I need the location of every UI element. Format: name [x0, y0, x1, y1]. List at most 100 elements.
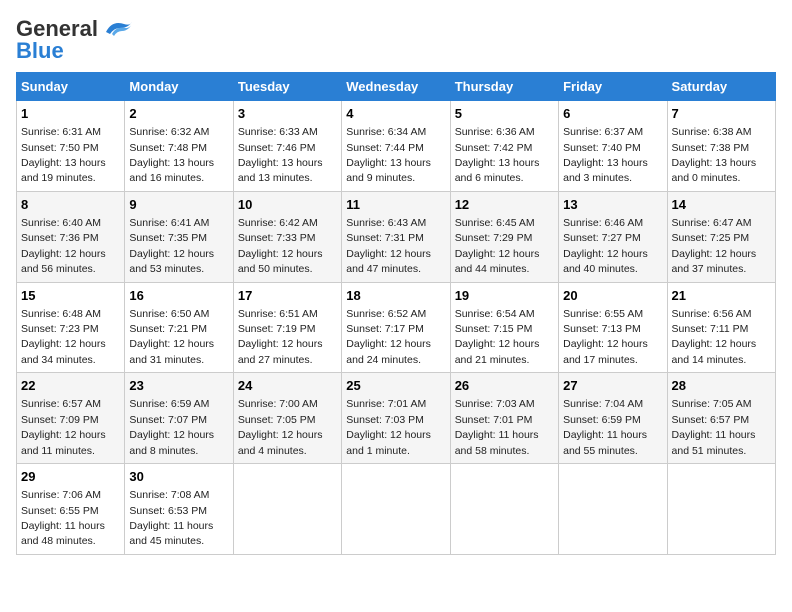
day-number: 4	[346, 105, 445, 123]
dow-header-friday: Friday	[559, 73, 667, 101]
dow-header-saturday: Saturday	[667, 73, 775, 101]
day-cell-14: 14 Sunrise: 6:47 AM Sunset: 7:25 PM Dayli…	[667, 191, 775, 282]
empty-cell	[450, 464, 558, 555]
calendar-header: SundayMondayTuesdayWednesdayThursdayFrid…	[17, 73, 776, 101]
day-info: Sunrise: 6:57 AM Sunset: 7:09 PM Dayligh…	[21, 398, 106, 456]
logo-text-blue: Blue	[16, 38, 64, 64]
day-number: 19	[455, 287, 554, 305]
day-number: 7	[672, 105, 771, 123]
day-cell-11: 11 Sunrise: 6:43 AM Sunset: 7:31 PM Dayli…	[342, 191, 450, 282]
day-info: Sunrise: 6:43 AM Sunset: 7:31 PM Dayligh…	[346, 217, 431, 275]
day-number: 11	[346, 196, 445, 214]
day-number: 10	[238, 196, 337, 214]
day-cell-6: 6 Sunrise: 6:37 AM Sunset: 7:40 PM Daylig…	[559, 101, 667, 192]
day-info: Sunrise: 6:46 AM Sunset: 7:27 PM Dayligh…	[563, 217, 648, 275]
calendar-body: 1 Sunrise: 6:31 AM Sunset: 7:50 PM Daylig…	[17, 101, 776, 555]
day-number: 24	[238, 377, 337, 395]
day-number: 21	[672, 287, 771, 305]
day-info: Sunrise: 7:01 AM Sunset: 7:03 PM Dayligh…	[346, 398, 431, 456]
day-cell-3: 3 Sunrise: 6:33 AM Sunset: 7:46 PM Daylig…	[233, 101, 341, 192]
day-info: Sunrise: 6:31 AM Sunset: 7:50 PM Dayligh…	[21, 126, 106, 184]
day-info: Sunrise: 6:55 AM Sunset: 7:13 PM Dayligh…	[563, 308, 648, 366]
day-number: 26	[455, 377, 554, 395]
dow-header-thursday: Thursday	[450, 73, 558, 101]
day-number: 12	[455, 196, 554, 214]
day-number: 16	[129, 287, 228, 305]
page-header: General Blue	[16, 16, 776, 64]
day-number: 5	[455, 105, 554, 123]
day-info: Sunrise: 6:37 AM Sunset: 7:40 PM Dayligh…	[563, 126, 648, 184]
day-number: 20	[563, 287, 662, 305]
day-cell-4: 4 Sunrise: 6:34 AM Sunset: 7:44 PM Daylig…	[342, 101, 450, 192]
day-info: Sunrise: 7:04 AM Sunset: 6:59 PM Dayligh…	[563, 398, 647, 456]
day-info: Sunrise: 6:33 AM Sunset: 7:46 PM Dayligh…	[238, 126, 323, 184]
empty-cell	[233, 464, 341, 555]
week-row-1: 1 Sunrise: 6:31 AM Sunset: 7:50 PM Daylig…	[17, 101, 776, 192]
day-cell-5: 5 Sunrise: 6:36 AM Sunset: 7:42 PM Daylig…	[450, 101, 558, 192]
day-cell-26: 26 Sunrise: 7:03 AM Sunset: 7:01 PM Dayli…	[450, 373, 558, 464]
day-cell-18: 18 Sunrise: 6:52 AM Sunset: 7:17 PM Dayli…	[342, 282, 450, 373]
day-cell-8: 8Sunrise: 6:40 AM Sunset: 7:36 PM Daylig…	[17, 191, 125, 282]
day-info: Sunrise: 6:47 AM Sunset: 7:25 PM Dayligh…	[672, 217, 757, 275]
week-row-4: 22Sunrise: 6:57 AM Sunset: 7:09 PM Dayli…	[17, 373, 776, 464]
dow-header-tuesday: Tuesday	[233, 73, 341, 101]
day-info: Sunrise: 6:52 AM Sunset: 7:17 PM Dayligh…	[346, 308, 431, 366]
day-info: Sunrise: 6:36 AM Sunset: 7:42 PM Dayligh…	[455, 126, 540, 184]
week-row-2: 8Sunrise: 6:40 AM Sunset: 7:36 PM Daylig…	[17, 191, 776, 282]
day-cell-16: 16 Sunrise: 6:50 AM Sunset: 7:21 PM Dayli…	[125, 282, 233, 373]
day-cell-2: 2 Sunrise: 6:32 AM Sunset: 7:48 PM Daylig…	[125, 101, 233, 192]
day-number: 30	[129, 468, 228, 486]
day-number: 14	[672, 196, 771, 214]
logo: General Blue	[16, 16, 134, 64]
day-cell-21: 21 Sunrise: 6:56 AM Sunset: 7:11 PM Dayli…	[667, 282, 775, 373]
empty-cell	[559, 464, 667, 555]
day-cell-25: 25Sunrise: 7:01 AM Sunset: 7:03 PM Dayli…	[342, 373, 450, 464]
day-number: 27	[563, 377, 662, 395]
day-number: 2	[129, 105, 228, 123]
day-number: 17	[238, 287, 337, 305]
day-info: Sunrise: 6:41 AM Sunset: 7:35 PM Dayligh…	[129, 217, 214, 275]
day-cell-10: 10 Sunrise: 6:42 AM Sunset: 7:33 PM Dayli…	[233, 191, 341, 282]
day-cell-12: 12 Sunrise: 6:45 AM Sunset: 7:29 PM Dayli…	[450, 191, 558, 282]
week-row-5: 29 Sunrise: 7:06 AM Sunset: 6:55 PM Dayli…	[17, 464, 776, 555]
empty-cell	[342, 464, 450, 555]
day-info: Sunrise: 7:00 AM Sunset: 7:05 PM Dayligh…	[238, 398, 323, 456]
day-number: 1	[21, 105, 120, 123]
day-cell-22: 22Sunrise: 6:57 AM Sunset: 7:09 PM Dayli…	[17, 373, 125, 464]
day-info: Sunrise: 7:03 AM Sunset: 7:01 PM Dayligh…	[455, 398, 539, 456]
day-cell-9: 9Sunrise: 6:41 AM Sunset: 7:35 PM Daylig…	[125, 191, 233, 282]
day-info: Sunrise: 6:42 AM Sunset: 7:33 PM Dayligh…	[238, 217, 323, 275]
day-cell-17: 17 Sunrise: 6:51 AM Sunset: 7:19 PM Dayli…	[233, 282, 341, 373]
day-info: Sunrise: 7:06 AM Sunset: 6:55 PM Dayligh…	[21, 489, 105, 547]
calendar-table: SundayMondayTuesdayWednesdayThursdayFrid…	[16, 72, 776, 555]
day-info: Sunrise: 6:54 AM Sunset: 7:15 PM Dayligh…	[455, 308, 540, 366]
day-number: 3	[238, 105, 337, 123]
day-number: 29	[21, 468, 120, 486]
day-number: 18	[346, 287, 445, 305]
day-info: Sunrise: 6:32 AM Sunset: 7:48 PM Dayligh…	[129, 126, 214, 184]
day-number: 28	[672, 377, 771, 395]
day-cell-27: 27 Sunrise: 7:04 AM Sunset: 6:59 PM Dayli…	[559, 373, 667, 464]
day-number: 8	[21, 196, 120, 214]
day-number: 13	[563, 196, 662, 214]
logo-bird-icon	[102, 18, 134, 40]
day-cell-30: 30 Sunrise: 7:08 AM Sunset: 6:53 PM Dayli…	[125, 464, 233, 555]
day-info: Sunrise: 6:45 AM Sunset: 7:29 PM Dayligh…	[455, 217, 540, 275]
day-info: Sunrise: 6:59 AM Sunset: 7:07 PM Dayligh…	[129, 398, 214, 456]
day-cell-20: 20 Sunrise: 6:55 AM Sunset: 7:13 PM Dayli…	[559, 282, 667, 373]
empty-cell	[667, 464, 775, 555]
day-cell-15: 15Sunrise: 6:48 AM Sunset: 7:23 PM Dayli…	[17, 282, 125, 373]
day-info: Sunrise: 6:51 AM Sunset: 7:19 PM Dayligh…	[238, 308, 323, 366]
week-row-3: 15Sunrise: 6:48 AM Sunset: 7:23 PM Dayli…	[17, 282, 776, 373]
day-number: 23	[129, 377, 228, 395]
day-cell-1: 1 Sunrise: 6:31 AM Sunset: 7:50 PM Daylig…	[17, 101, 125, 192]
day-cell-13: 13 Sunrise: 6:46 AM Sunset: 7:27 PM Dayli…	[559, 191, 667, 282]
dow-header-sunday: Sunday	[17, 73, 125, 101]
day-cell-24: 24 Sunrise: 7:00 AM Sunset: 7:05 PM Dayli…	[233, 373, 341, 464]
day-info: Sunrise: 6:48 AM Sunset: 7:23 PM Dayligh…	[21, 308, 106, 366]
day-number: 6	[563, 105, 662, 123]
day-info: Sunrise: 7:08 AM Sunset: 6:53 PM Dayligh…	[129, 489, 213, 547]
day-info: Sunrise: 6:50 AM Sunset: 7:21 PM Dayligh…	[129, 308, 214, 366]
day-info: Sunrise: 6:34 AM Sunset: 7:44 PM Dayligh…	[346, 126, 431, 184]
day-info: Sunrise: 6:56 AM Sunset: 7:11 PM Dayligh…	[672, 308, 757, 366]
